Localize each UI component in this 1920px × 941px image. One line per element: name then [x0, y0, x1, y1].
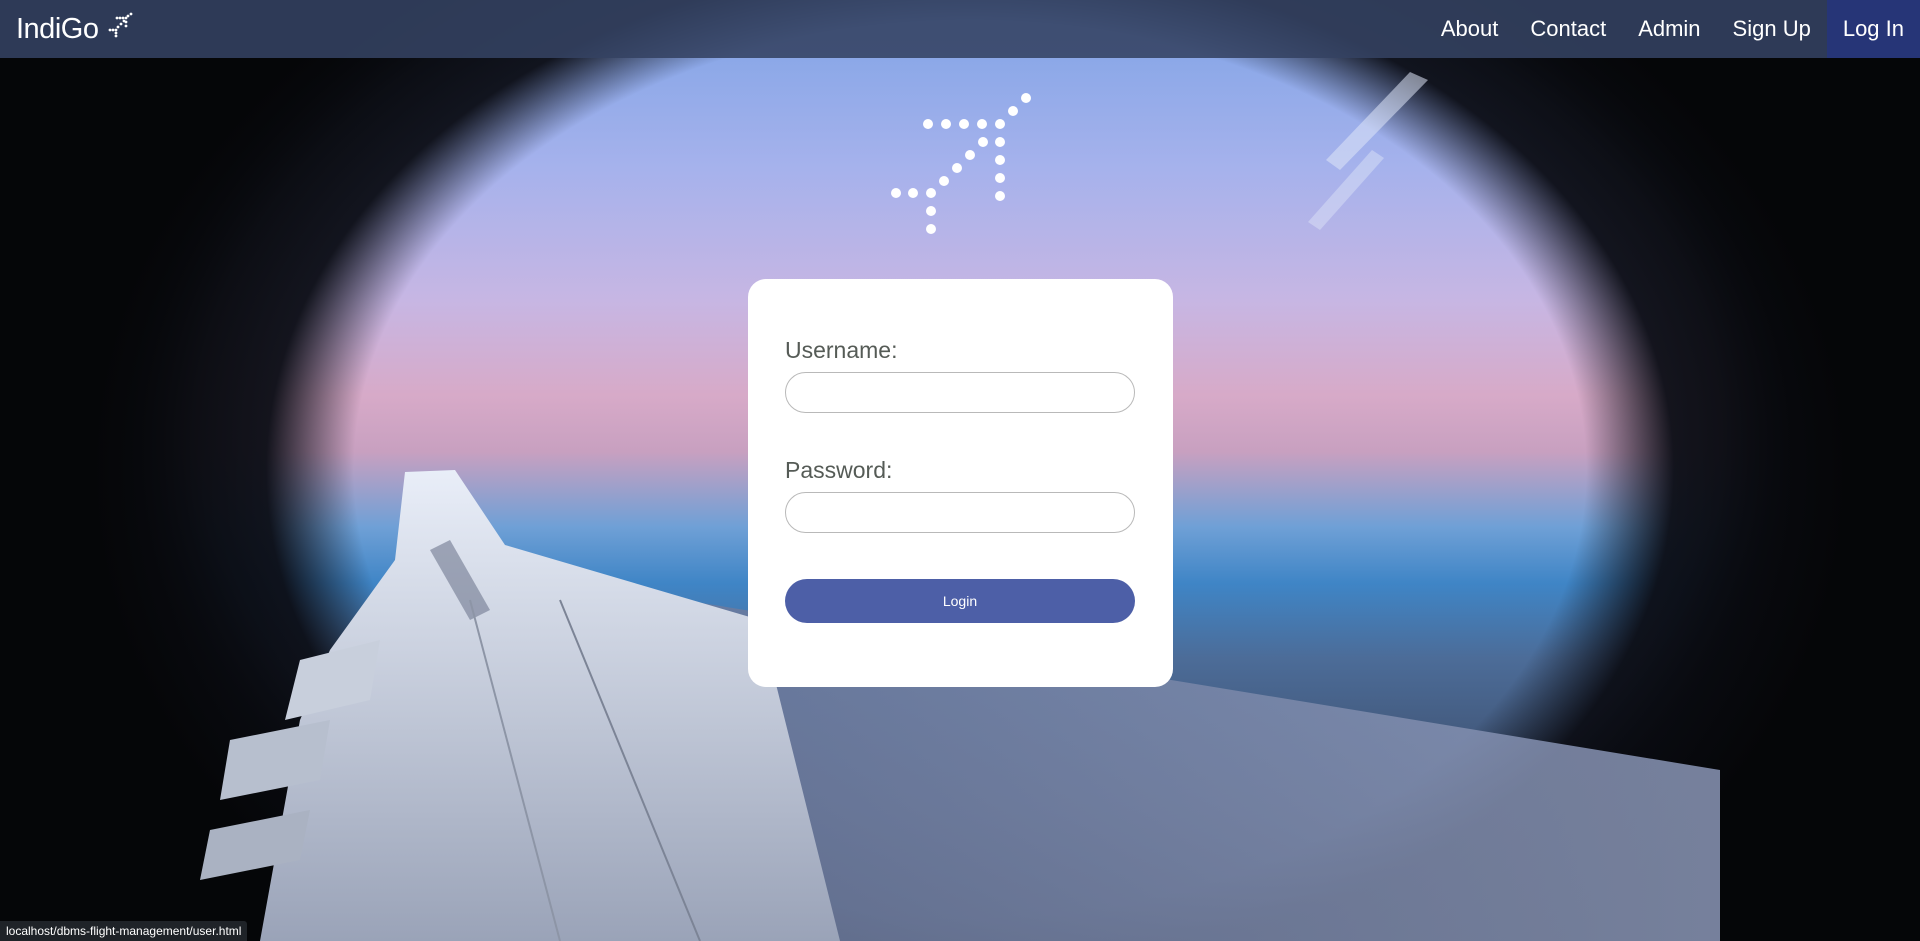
- password-group: Password:: [785, 457, 1135, 533]
- password-label: Password:: [785, 457, 893, 483]
- nav-about[interactable]: About: [1425, 0, 1515, 58]
- nav-admin[interactable]: Admin: [1622, 0, 1716, 58]
- login-form: Username: Password: Login: [748, 279, 1173, 687]
- status-bar-url: localhost/dbms-flight-management/user.ht…: [0, 921, 248, 941]
- brand-link[interactable]: IndiGo: [16, 12, 134, 46]
- page-background: IndiGo About Contact Admin Sign Up Log I…: [0, 0, 1920, 941]
- username-label: Username:: [785, 337, 898, 363]
- nav-links: About Contact Admin Sign Up Log In: [1425, 0, 1920, 58]
- username-input[interactable]: [785, 372, 1135, 413]
- login-button[interactable]: Login: [785, 579, 1135, 623]
- plane-dots-icon: [108, 12, 134, 46]
- nav-sign-up[interactable]: Sign Up: [1717, 0, 1827, 58]
- nav-contact[interactable]: Contact: [1514, 0, 1622, 58]
- nav-log-in[interactable]: Log In: [1826, 0, 1920, 58]
- password-input[interactable]: [785, 492, 1135, 533]
- brand-name: IndiGo: [16, 12, 99, 45]
- plane-dots-icon: [880, 88, 1040, 238]
- top-navbar: IndiGo About Contact Admin Sign Up Log I…: [0, 0, 1920, 58]
